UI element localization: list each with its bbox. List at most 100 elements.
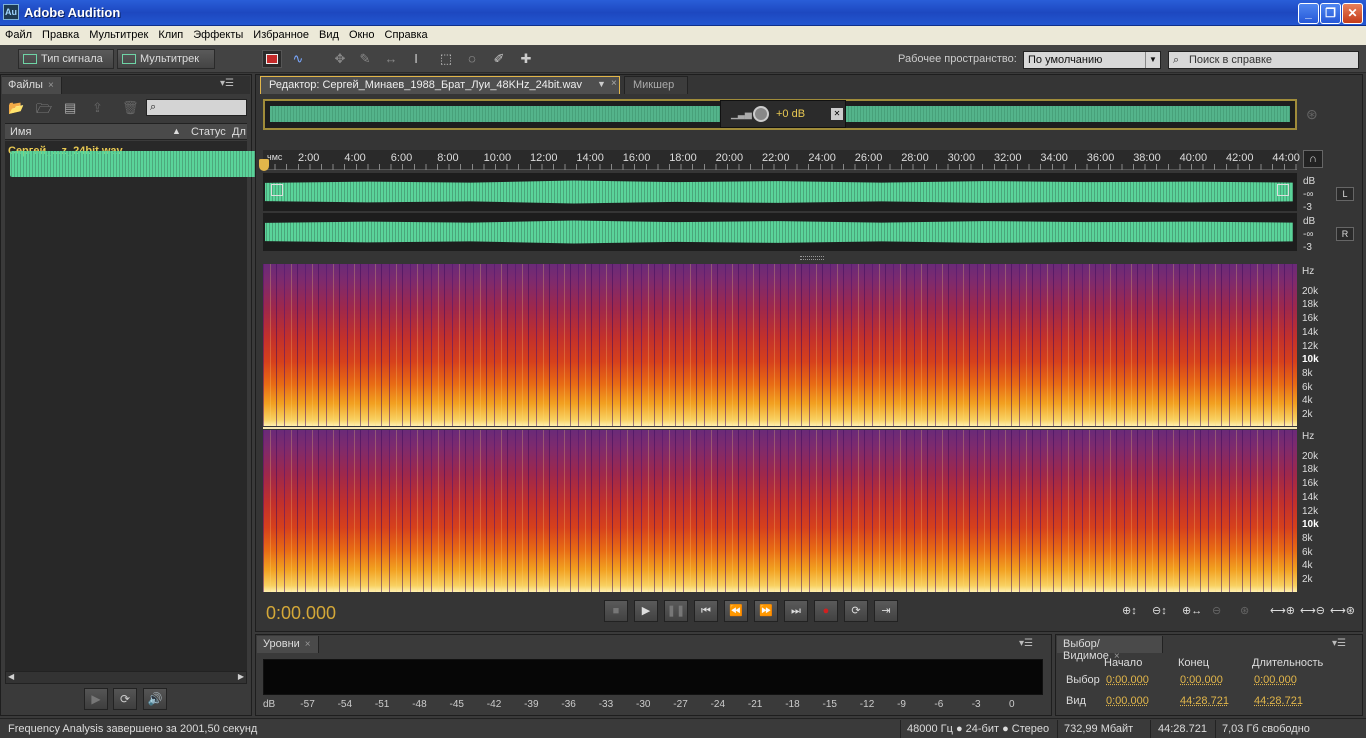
current-time[interactable]: 0:00.000: [266, 603, 336, 624]
tab-levels[interactable]: Уровни ×: [257, 636, 319, 653]
zoom-out-time-icon[interactable]: ⊖: [1212, 604, 1221, 617]
ruler-unit: чмс: [267, 152, 283, 162]
zoom-search-icon[interactable]: ⊛: [1306, 106, 1318, 123]
new-file-icon[interactable]: ▤: [64, 100, 76, 116]
column-name[interactable]: Имя: [10, 126, 31, 138]
resize-handle[interactable]: [800, 256, 824, 260]
tab-files[interactable]: Файлы ×: [2, 77, 62, 94]
insert-icon[interactable]: ⇪: [92, 100, 103, 116]
panel-menu-icon[interactable]: ▾☰: [220, 78, 234, 89]
minimize-button[interactable]: _: [1298, 3, 1319, 24]
zoom-out-full-icon[interactable]: ⊛: [1240, 604, 1249, 617]
fade-out-handle[interactable]: [1277, 184, 1289, 196]
gain-readout: +0 dB: [776, 108, 806, 120]
panel-menu-icon[interactable]: ▾☰: [1332, 638, 1346, 649]
list-item[interactable]: -|||-Сергей_...z_24bit.wav: [8, 145, 1038, 177]
ruler-label: 24:00: [808, 152, 836, 164]
sort-asc-icon: ▲: [172, 126, 181, 136]
play-button[interactable]: ▶: [634, 600, 658, 622]
level-meter: [263, 659, 1043, 695]
rewind-button[interactable]: ⏪: [724, 600, 748, 622]
workspace-select[interactable]: По умолчанию ▼: [1023, 51, 1161, 69]
stop-button[interactable]: ■: [604, 600, 628, 622]
zoom-in-amplitude-icon[interactable]: ⊕↕: [1122, 604, 1137, 617]
auto-play-button[interactable]: 🔊: [143, 688, 167, 710]
trash-icon[interactable]: 🗑: [122, 100, 139, 116]
spot-healing-tool-icon[interactable]: ✚: [516, 50, 536, 68]
loop-preview-button[interactable]: ⟳: [113, 688, 137, 710]
skip-selection-button[interactable]: ⇥: [874, 600, 898, 622]
zoom-selection-icon[interactable]: ⟷⊖: [1300, 604, 1325, 617]
brush-tool-icon[interactable]: ✐: [489, 50, 509, 68]
chevron-right-icon[interactable]: ▶: [238, 672, 244, 681]
selection-end-field[interactable]: 0:00.000: [1180, 674, 1223, 686]
maximize-button[interactable]: ❐: [1320, 3, 1341, 24]
playhead-marker[interactable]: [259, 159, 269, 171]
import-icon[interactable]: 🗁: [36, 100, 52, 122]
marquee-tool-icon[interactable]: ⬚: [436, 50, 456, 68]
view-duration-field[interactable]: 44:28.721: [1254, 695, 1303, 707]
menu-multitrack[interactable]: Мультитрек: [84, 26, 153, 45]
razor-tool-icon[interactable]: ✎: [355, 50, 375, 68]
chevron-down-icon[interactable]: ▼: [597, 79, 606, 89]
spectrogram-left[interactable]: [263, 264, 1297, 426]
menu-effects[interactable]: Эффекты: [188, 26, 248, 45]
slip-tool-icon[interactable]: ↔: [381, 50, 401, 68]
headphones-icon[interactable]: ∩: [1303, 150, 1323, 168]
selection-duration-field[interactable]: 0:00.000: [1254, 674, 1297, 686]
help-search-input[interactable]: ⌕ Поиск в справке: [1168, 51, 1359, 69]
zoom-out-amplitude-icon[interactable]: ⊖↕: [1152, 604, 1167, 617]
zoom-in-time-icon[interactable]: ⊕↔: [1182, 604, 1202, 617]
selection-start-field[interactable]: 0:00.000: [1106, 674, 1149, 686]
move-tool-icon[interactable]: ✥: [330, 50, 350, 68]
tab-mixer[interactable]: Микшер: [624, 76, 688, 94]
go-to-end-button[interactable]: ⏭: [784, 600, 808, 622]
menu-favorites[interactable]: Избранное: [248, 26, 314, 45]
pin-icon[interactable]: ✕: [831, 108, 843, 120]
files-horizontal-scrollbar[interactable]: ◀ ▶: [5, 671, 247, 684]
close-icon[interactable]: ×: [611, 78, 617, 89]
gain-knob[interactable]: [753, 106, 769, 122]
panel-menu-icon[interactable]: ▾☰: [1019, 638, 1033, 649]
menu-help[interactable]: Справка: [380, 26, 433, 45]
menu-view[interactable]: Вид: [314, 26, 344, 45]
tab-selection-view[interactable]: Выбор/Видимое ×: [1057, 636, 1163, 662]
view-end-field[interactable]: 44:28.721: [1180, 695, 1229, 707]
column-status[interactable]: Статус: [191, 126, 226, 138]
chevron-left-icon[interactable]: ◀: [8, 672, 14, 681]
pause-button[interactable]: ❚❚: [664, 600, 688, 622]
title-bar: Au Adobe Audition _ ❐ ✕: [0, 0, 1366, 26]
open-folder-icon[interactable]: 📂: [8, 100, 24, 116]
channel-toggle-left[interactable]: L: [1336, 187, 1354, 201]
multitrack-view-button[interactable]: Мультитрек: [117, 49, 215, 69]
menu-file[interactable]: Файл: [0, 26, 37, 45]
zoom-full-icon[interactable]: ⟷⊛: [1330, 604, 1355, 617]
time-selection-tool-icon[interactable]: I: [406, 50, 426, 68]
column-duration[interactable]: Дл: [232, 126, 246, 138]
go-to-start-button[interactable]: ⏮: [694, 600, 718, 622]
spectral-display-icon[interactable]: [262, 50, 282, 68]
tab-editor[interactable]: Редактор: Сергей_Минаев_1988_Брат_Луи_48…: [260, 76, 620, 94]
record-button[interactable]: ●: [814, 600, 838, 622]
waveform-channel-left[interactable]: [263, 173, 1297, 211]
view-start-field[interactable]: 0:00.000: [1106, 695, 1149, 707]
files-search-input[interactable]: ⌕: [146, 99, 247, 116]
close-icon[interactable]: ×: [48, 80, 54, 91]
channel-toggle-right[interactable]: R: [1336, 227, 1354, 241]
waveform-view-button[interactable]: Тип сигнала: [18, 49, 114, 69]
fast-forward-button[interactable]: ⏩: [754, 600, 778, 622]
close-icon[interactable]: ×: [305, 639, 311, 650]
waveform-channel-right[interactable]: [263, 213, 1297, 251]
close-button[interactable]: ✕: [1342, 3, 1363, 24]
lasso-tool-icon[interactable]: ◌: [462, 50, 482, 68]
spectrogram-right[interactable]: [263, 430, 1297, 592]
zoom-in-point-icon[interactable]: ⟷⊕: [1270, 604, 1295, 617]
menu-clip[interactable]: Клип: [153, 26, 188, 45]
menu-edit[interactable]: Правка: [37, 26, 84, 45]
loop-button[interactable]: ⟳: [844, 600, 868, 622]
play-preview-button[interactable]: ▶: [84, 688, 108, 710]
menu-window[interactable]: Окно: [344, 26, 380, 45]
waveform-display-icon[interactable]: ∿: [288, 50, 308, 68]
fade-in-handle[interactable]: [271, 184, 283, 196]
ruler-label: 42:00: [1226, 152, 1254, 164]
